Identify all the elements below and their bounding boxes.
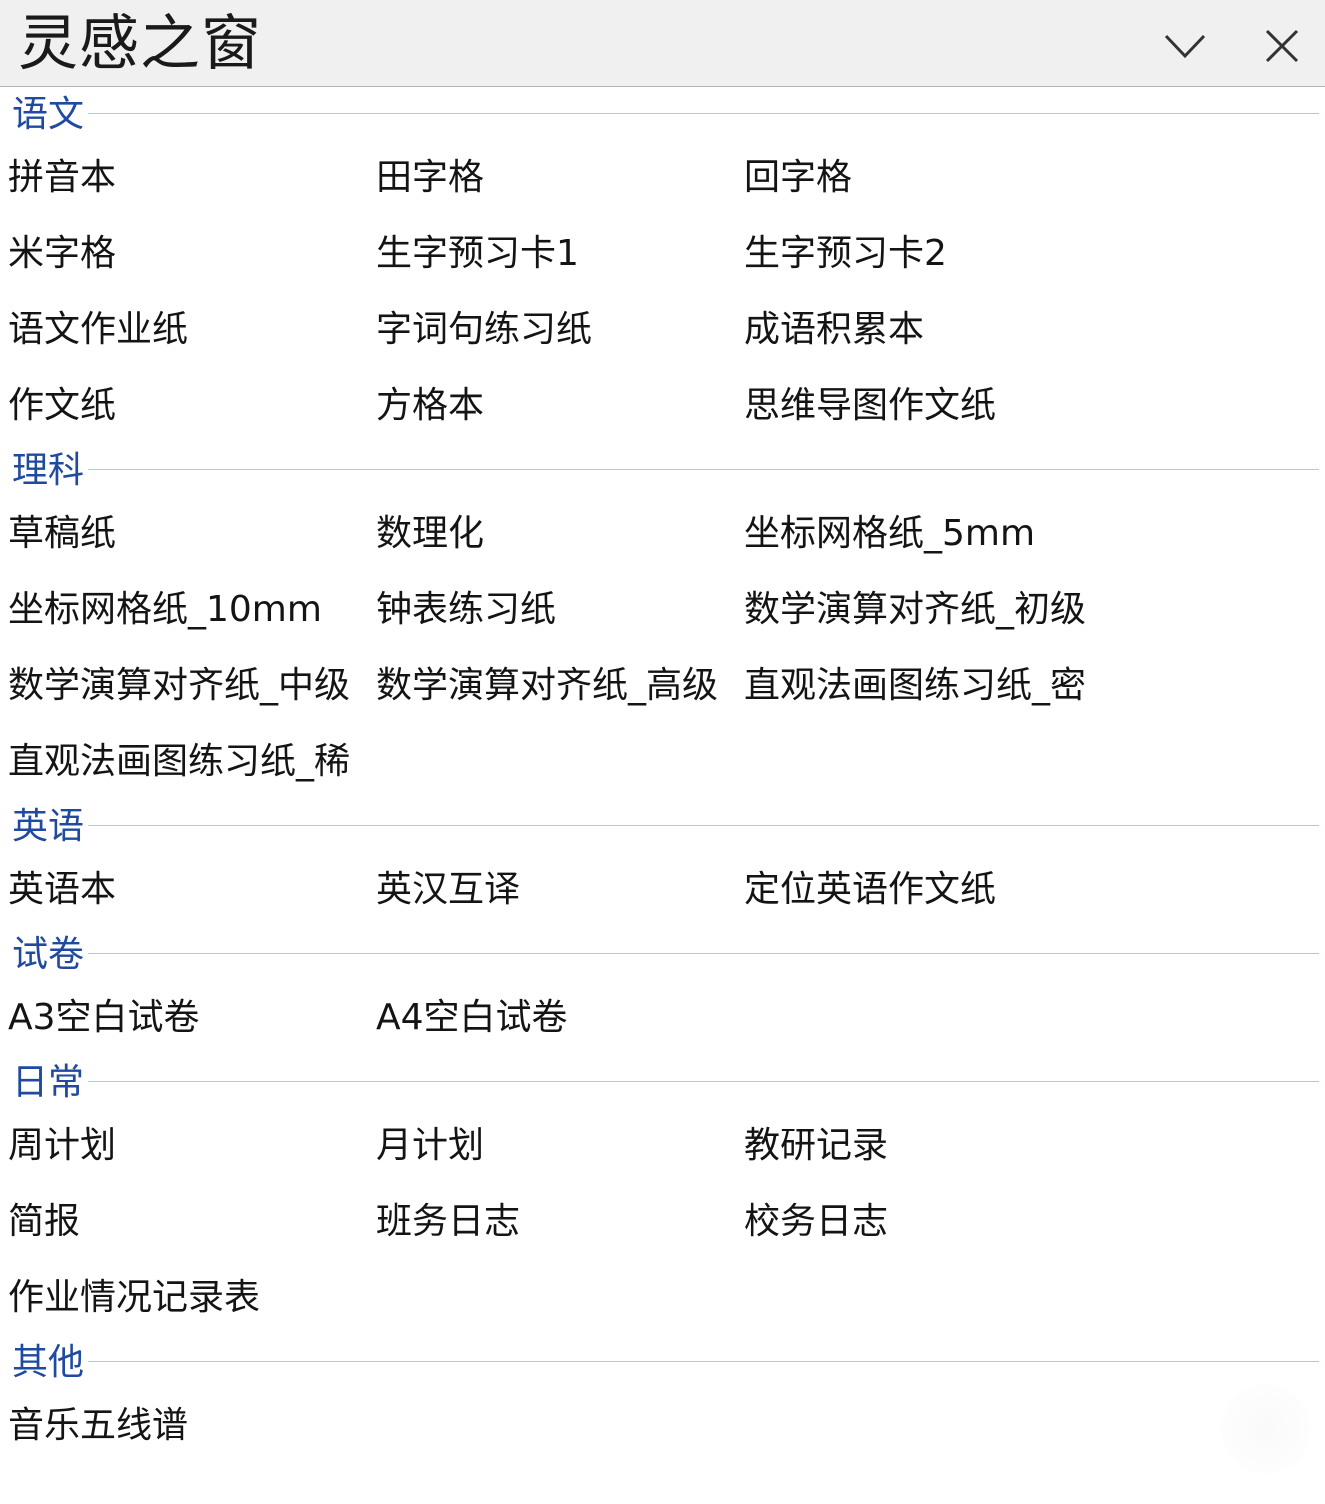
- template-item[interactable]: 回字格: [736, 140, 1104, 216]
- template-item[interactable]: 周计划: [0, 1108, 368, 1184]
- template-item[interactable]: 米字格: [0, 216, 368, 292]
- section-header: 理科: [0, 444, 1325, 496]
- close-button[interactable]: [1254, 18, 1310, 74]
- template-item[interactable]: 草稿纸: [0, 496, 368, 572]
- template-item[interactable]: A3空白试卷: [0, 980, 368, 1056]
- template-item[interactable]: 简报: [0, 1184, 368, 1260]
- template-item[interactable]: 班务日志: [368, 1184, 736, 1260]
- resize-grip: [1221, 1384, 1311, 1474]
- app-title: 灵感之窗: [18, 9, 262, 79]
- template-item[interactable]: 成语积累本: [736, 292, 1104, 368]
- section-label: 理科: [12, 448, 89, 494]
- close-icon: [1265, 29, 1299, 63]
- section-items: 草稿纸 数理化 坐标网格纸_5mm 坐标网格纸_10mm 钟表练习纸 数学演算对齐纸_初级…: [0, 496, 1325, 800]
- section-divider: [88, 953, 1319, 954]
- template-item[interactable]: 数学演算对齐纸_中级: [0, 648, 368, 724]
- template-item[interactable]: 坐标网格纸_10mm: [0, 572, 368, 648]
- section-divider: [88, 1081, 1319, 1082]
- template-item[interactable]: 英汉互译: [368, 852, 736, 928]
- template-item[interactable]: 作业情况记录表: [0, 1260, 368, 1336]
- template-item[interactable]: 田字格: [368, 140, 736, 216]
- section-label: 英语: [12, 804, 89, 850]
- template-item[interactable]: 字词句练习纸: [368, 292, 736, 368]
- template-list: 语文 拼音本 田字格 回字格米字格 生字预习卡1 生字预习卡2 语文作业纸 字词句练习纸 成语积…: [0, 88, 1325, 1464]
- collapse-button[interactable]: [1157, 18, 1213, 74]
- section-label: 日常: [12, 1060, 89, 1106]
- template-item[interactable]: 英语本: [0, 852, 368, 928]
- template-item[interactable]: 拼音本: [0, 140, 368, 216]
- template-item[interactable]: 方格本: [368, 368, 736, 444]
- template-item[interactable]: 音乐五线谱: [0, 1388, 368, 1464]
- section-items: 音乐五线谱: [0, 1388, 1325, 1464]
- section-header: 日常: [0, 1056, 1325, 1108]
- section-header: 英语: [0, 800, 1325, 852]
- template-item[interactable]: 直观法画图练习纸_密: [736, 648, 1104, 724]
- template-item[interactable]: 直观法画图练习纸_稀: [0, 724, 368, 800]
- section-label: 语文: [12, 92, 89, 138]
- template-item[interactable]: 教研记录: [736, 1108, 1104, 1184]
- template-item[interactable]: 生字预习卡2: [736, 216, 1104, 292]
- template-item[interactable]: 数学演算对齐纸_初级: [736, 572, 1104, 648]
- section-items: 拼音本 田字格 回字格米字格 生字预习卡1 生字预习卡2 语文作业纸 字词句练习纸 成语积累本…: [0, 140, 1325, 444]
- template-item[interactable]: 语文作业纸: [0, 292, 368, 368]
- section-header: 试卷: [0, 928, 1325, 980]
- section-items: 英语本 英汉互译 定位英语作文纸: [0, 852, 1325, 928]
- chevron-down-icon: [1164, 34, 1206, 59]
- section-header: 语文: [0, 88, 1325, 140]
- template-item[interactable]: 坐标网格纸_5mm: [736, 496, 1104, 572]
- section-items: A3空白试卷 A4空白试卷: [0, 980, 1325, 1056]
- template-item[interactable]: 数学演算对齐纸_高级: [368, 648, 736, 724]
- template-item[interactable]: A4空白试卷: [368, 980, 736, 1056]
- template-item[interactable]: 钟表练习纸: [368, 572, 736, 648]
- template-item[interactable]: 定位英语作文纸: [736, 852, 1104, 928]
- section-items: 周计划 月计划 教研记录简报 班务日志 校务日志作业情况记录表: [0, 1108, 1325, 1336]
- template-item[interactable]: 作文纸: [0, 368, 368, 444]
- section-divider: [88, 825, 1319, 826]
- section-label: 试卷: [12, 932, 89, 978]
- template-item[interactable]: 校务日志: [736, 1184, 1104, 1260]
- section-divider: [88, 113, 1319, 114]
- template-item[interactable]: 数理化: [368, 496, 736, 572]
- section-divider: [88, 1361, 1319, 1362]
- section-header: 其他: [0, 1336, 1325, 1388]
- section-label: 其他: [12, 1340, 89, 1386]
- template-item[interactable]: 思维导图作文纸: [736, 368, 1104, 444]
- template-item[interactable]: 月计划: [368, 1108, 736, 1184]
- title-bar: 灵感之窗: [0, 0, 1325, 87]
- section-divider: [88, 469, 1319, 470]
- template-item[interactable]: 生字预习卡1: [368, 216, 736, 292]
